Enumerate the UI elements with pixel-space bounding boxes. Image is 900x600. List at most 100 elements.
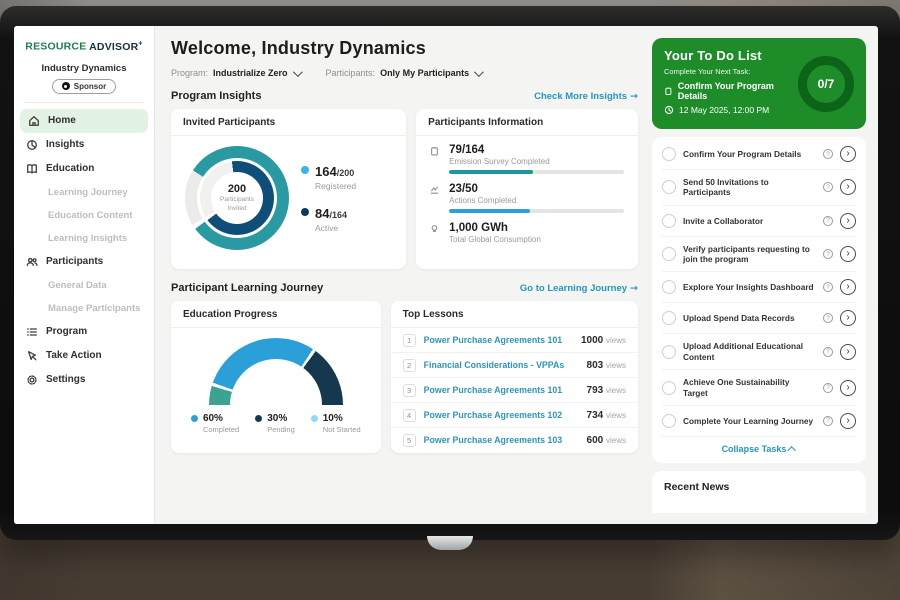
todo-item: Verify participants requesting to join t…: [662, 237, 856, 273]
arrow-right-icon: →: [630, 283, 638, 294]
participants-information-title: Participants Information: [416, 109, 638, 136]
help-icon[interactable]: ?: [823, 216, 833, 226]
sidebar-item-manage-participants[interactable]: Manage Participants: [14, 297, 154, 320]
learning-cards-row: Education Progress 150 Participants: [171, 301, 638, 453]
lightbulb-icon: [428, 222, 441, 234]
legend-not-started: 10%Not Started: [311, 413, 361, 434]
app-logo[interactable]: RESOURCE ADVISOR+: [14, 36, 154, 61]
lesson-link[interactable]: Power Purchase Agreements 103: [424, 435, 579, 445]
chevron-right-button[interactable]: ›: [840, 246, 856, 262]
help-icon[interactable]: ?: [823, 149, 833, 159]
recent-news-card: Recent News: [652, 471, 866, 513]
stat-emission-survey: 79/164 Emission Survey Completed: [428, 144, 624, 174]
take-action-icon: [26, 350, 38, 362]
learning-journey-head: Participant Learning Journey Go to Learn…: [171, 282, 638, 294]
sidebar-item-home[interactable]: Home: [20, 109, 148, 133]
lesson-link[interactable]: Financial Considerations - VPPAs: [424, 360, 579, 370]
clipboard-icon: [664, 86, 673, 96]
todo-checkbox[interactable]: [662, 147, 676, 161]
help-icon[interactable]: ?: [823, 282, 833, 292]
todo-item: Send 50 Invitations to Participants ? ›: [662, 170, 856, 206]
todo-progress-ring: 0/7: [798, 56, 854, 112]
chevron-down-icon: [474, 67, 484, 77]
todo-checkbox[interactable]: [662, 280, 676, 294]
todo-hero-card: Your To Do List Complete Your Next Task:…: [652, 38, 866, 129]
education-progress-card: Education Progress 150 Participants: [171, 301, 381, 453]
go-to-learning-journey-link[interactable]: Go to Learning Journey→: [520, 283, 638, 294]
sidebar-item-education-content[interactable]: Education Content: [14, 204, 154, 227]
participants-information-card: Participants Information 79/164 Emission…: [416, 109, 638, 269]
list-icon: [26, 326, 38, 338]
todo-checkbox[interactable]: [662, 180, 676, 194]
org-name: Industry Dynamics: [14, 63, 154, 74]
legend-pending: 30%Pending: [255, 413, 295, 434]
sponsor-icon: [62, 82, 70, 90]
chevron-right-button[interactable]: ›: [840, 213, 856, 229]
insights-cards-row: Invited Participants 200 Participants In…: [171, 109, 638, 269]
top-lessons-title: Top Lessons: [391, 301, 638, 328]
insights-pie-icon: [26, 139, 38, 151]
chevron-right-button[interactable]: ›: [840, 179, 856, 195]
help-icon[interactable]: ?: [823, 416, 833, 426]
chevron-right-button[interactable]: ›: [840, 344, 856, 360]
clock-icon: [664, 105, 674, 115]
check-more-insights-link[interactable]: Check More Insights→: [534, 91, 638, 102]
sidebar-item-education[interactable]: Education: [14, 157, 154, 181]
help-icon[interactable]: ?: [823, 249, 833, 259]
todo-checkbox[interactable]: [662, 345, 676, 359]
legend-registered: 164/200 Registered: [301, 163, 356, 191]
stat-global-consumption: 1,000 GWh Total Global Consumption: [428, 222, 624, 248]
clipboard-icon: [428, 144, 441, 156]
donut-center-label: Participants Invited: [211, 196, 263, 212]
legend-active: 84/164 Active: [301, 205, 356, 233]
sidebar-item-general-data[interactable]: General Data: [14, 274, 154, 297]
todo-datetime: 12 May 2025, 12:00 PM: [664, 105, 790, 115]
todo-item: Invite a Collaborator ? ›: [662, 206, 856, 237]
photo-background: RESOURCE ADVISOR+ Industry Dynamics Spon…: [0, 0, 900, 600]
todo-checkbox[interactable]: [662, 247, 676, 261]
todo-next-task: Confirm Your Program Details: [664, 81, 790, 101]
lesson-link[interactable]: Power Purchase Agreements 102: [424, 410, 579, 420]
filters-row: Program: Industrialize Zero Participants…: [171, 68, 638, 78]
participants-filter[interactable]: Participants: Only My Participants: [326, 68, 482, 78]
sponsor-badge: Sponsor: [52, 79, 116, 94]
sidebar-item-learning-journey[interactable]: Learning Journey: [14, 181, 154, 204]
help-icon[interactable]: ?: [823, 313, 833, 323]
sidebar-item-participants[interactable]: Participants: [14, 250, 154, 274]
lesson-link[interactable]: Power Purchase Agreements 101: [424, 385, 579, 395]
help-icon[interactable]: ?: [823, 383, 833, 393]
lesson-row: 4 Power Purchase Agreements 102 734 view…: [391, 403, 638, 428]
top-lessons-card: Top Lessons 1 Power Purchase Agreements …: [391, 301, 638, 453]
help-icon[interactable]: ?: [823, 347, 833, 357]
collapse-tasks-link[interactable]: Collapse Tasks: [662, 437, 856, 457]
sidebar-item-settings[interactable]: Settings: [14, 368, 154, 392]
chevron-right-button[interactable]: ›: [840, 146, 856, 162]
people-icon: [26, 256, 38, 268]
todo-item: Confirm Your Program Details ? ›: [662, 139, 856, 170]
sidebar-item-program[interactable]: Program: [14, 320, 154, 344]
book-icon: [26, 163, 38, 175]
sidebar-item-learning-insights[interactable]: Learning Insights: [14, 227, 154, 250]
gear-icon: [26, 374, 38, 386]
chevron-right-button[interactable]: ›: [840, 380, 856, 396]
actions-icon: [428, 183, 441, 195]
sidebar-item-take-action[interactable]: Take Action: [14, 344, 154, 368]
stat-actions-completed: 23/50 Actions Completed: [428, 183, 624, 213]
lesson-row: 3 Power Purchase Agreements 101 793 view…: [391, 378, 638, 403]
monitor-bezel: RESOURCE ADVISOR+ Industry Dynamics Spon…: [0, 6, 900, 540]
todo-checkbox[interactable]: [662, 414, 676, 428]
program-insights-head: Program Insights Check More Insights→: [171, 90, 638, 102]
chevron-right-button[interactable]: ›: [840, 279, 856, 295]
todo-item: Achieve One Sustainability Target ? ›: [662, 370, 856, 406]
todo-item: Complete Your Learning Journey ? ›: [662, 406, 856, 437]
sidebar-item-insights[interactable]: Insights: [14, 133, 154, 157]
page-title: Welcome, Industry Dynamics: [171, 38, 638, 59]
chevron-right-button[interactable]: ›: [840, 413, 856, 429]
todo-checkbox[interactable]: [662, 214, 676, 228]
help-icon[interactable]: ?: [823, 182, 833, 192]
lesson-link[interactable]: Power Purchase Agreements 101: [424, 335, 573, 345]
todo-checkbox[interactable]: [662, 381, 676, 395]
todo-checkbox[interactable]: [662, 311, 676, 325]
chevron-right-button[interactable]: ›: [840, 310, 856, 326]
program-filter[interactable]: Program: Industrialize Zero: [171, 68, 300, 78]
